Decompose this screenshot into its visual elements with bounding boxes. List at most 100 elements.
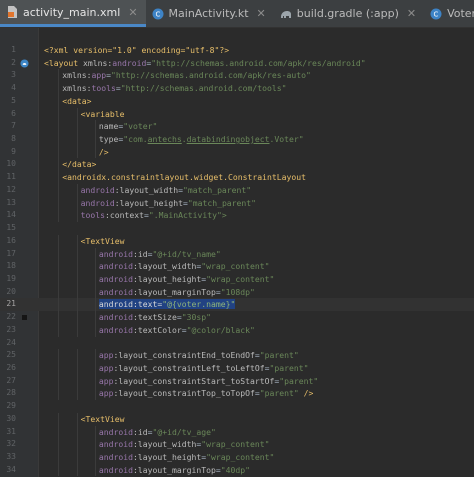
svg-text:C: C	[434, 10, 439, 18]
line-number: 16	[6, 235, 16, 245]
code-token: <TextView	[80, 235, 125, 246]
code-line[interactable]: 33 android:layout_height="wrap_content"	[0, 451, 474, 464]
indent-guide	[76, 107, 78, 121]
line-number: 20	[6, 286, 16, 296]
indent-guide	[76, 133, 78, 146]
code-line[interactable]: 25 app:layout_constraintEnd_toEndOf="pare…	[0, 349, 474, 362]
code-line[interactable]: 19 android:layout_height="wrap_content"	[0, 272, 474, 286]
android-layout-preview-icon[interactable]	[20, 59, 29, 68]
code-line[interactable]: 27 app:layout_constraintStart_toStartOf="…	[0, 374, 474, 388]
line-number: 31	[6, 426, 16, 436]
code-line[interactable]: 32 android:layout_width="wrap_content"	[0, 438, 474, 451]
indent-guide	[76, 260, 78, 273]
code-line[interactable]: 30 <TextView	[0, 412, 474, 426]
code-line[interactable]: 7 name="voter"	[0, 120, 474, 134]
code-line[interactable]: 2 <layout xmlns:android="http://schemas.a…	[0, 57, 474, 70]
code-line[interactable]: 21 android:text="@{voter.name}"	[0, 298, 474, 312]
code-line[interactable]: 1 <?xml version="1.0" encoding="utf-8"?>	[0, 44, 474, 57]
xml-file-icon	[6, 6, 18, 18]
indent-guide	[76, 247, 78, 261]
code-token: "108dp"	[220, 286, 255, 297]
code-text: android:layout_width="match_parent"	[81, 184, 252, 197]
code-line[interactable]: 4 xmlns:tools="http://schemas.android.com…	[0, 82, 474, 95]
code-text: android:layout_width="wrap_content"	[99, 260, 270, 273]
code-line[interactable]: 6 <variable	[0, 107, 474, 121]
indent-guide	[58, 323, 60, 337]
code-text: app:layout_constraintLeft_toLeftOf="pare…	[99, 362, 309, 375]
code-token: :context	[104, 210, 144, 221]
code-text: app:layout_constraintTop_toTopOf="parent…	[99, 387, 313, 400]
line-number: 6	[11, 108, 16, 118]
indent-guide	[94, 361, 96, 375]
code-line[interactable]: 24	[0, 337, 474, 350]
code-line[interactable]: 3 xmlns:app="http://schemas.android.com/a…	[0, 69, 474, 83]
code-line[interactable]: 15	[0, 222, 474, 235]
editor-tab[interactable]: build.gradle (:app) ✕	[274, 0, 424, 27]
indent-guide	[58, 387, 60, 401]
indent-guide	[94, 323, 96, 337]
code-line[interactable]: 17 android:id="@+id/tv_name"	[0, 247, 474, 261]
code-line[interactable]: 9 />	[0, 145, 474, 159]
code-line[interactable]: 31 android:id="@+id/tv_age"	[0, 425, 474, 439]
indent-guide	[76, 374, 78, 388]
code-token: xmlns:	[62, 83, 92, 94]
line-number: 30	[6, 413, 16, 423]
code-line[interactable]: 22 android:textSize="30sp"	[0, 311, 474, 324]
indent-guide	[58, 298, 60, 312]
line-number: 26	[6, 362, 16, 372]
code-token: android	[98, 286, 134, 297]
close-tab-icon[interactable]: ✕	[128, 6, 137, 19]
indent-guide	[76, 285, 78, 299]
code-token: :textSize	[133, 312, 177, 323]
code-line[interactable]: 28 app:layout_constraintTop_toTopOf="pare…	[0, 387, 474, 401]
code-editor[interactable]: 1 <?xml version="1.0" encoding="utf-8"?> 2…	[0, 28, 474, 477]
indent-guide	[76, 209, 78, 223]
indent-guide	[94, 438, 96, 451]
code-line[interactable]: 11 <androidx.constraintlayout.widget.Cons…	[0, 171, 474, 184]
code-text: app:layout_constraintEnd_toEndOf="parent…	[99, 349, 299, 362]
code-token: android:text=	[98, 299, 163, 310]
code-line[interactable]: 26 app:layout_constraintLeft_toLeftOf="pa…	[0, 361, 474, 375]
code-token: android	[98, 248, 134, 259]
code-text: type="com.antechs.databindingobject.Vote…	[99, 133, 304, 146]
indent-guide	[58, 361, 60, 375]
code-line[interactable]: 5 <data>	[0, 94, 474, 108]
indent-guide	[58, 285, 60, 299]
code-line[interactable]: 13 android:layout_height="match_parent"	[0, 196, 474, 210]
code-text: xmlns:tools="http://schemas.android.com/…	[62, 82, 286, 95]
indent-guide	[58, 425, 60, 439]
code-line[interactable]: 16 <TextView	[0, 234, 474, 248]
code-token: app	[98, 362, 114, 373]
line-number: 22	[6, 312, 16, 322]
line-number: 27	[6, 375, 16, 385]
line-number: 11	[6, 172, 16, 182]
code-line[interactable]: 8 type="com.antechs.databindingobject.Vot…	[0, 133, 474, 146]
code-token: "http://schemas.android.com/apk/res/andr…	[151, 57, 366, 68]
editor-tab-label: activity_main.xml	[23, 5, 121, 19]
indent-guide	[94, 298, 96, 312]
editor-tab[interactable]: C MainActivity.kt ✕	[146, 0, 274, 27]
close-tab-icon[interactable]: ✕	[407, 7, 416, 20]
code-token: :id	[133, 426, 148, 437]
editor-tab[interactable]: activity_main.xml ✕	[0, 0, 146, 27]
code-line[interactable]: 14 tools:context=".MainActivity">	[0, 209, 474, 223]
code-line[interactable]: 12 android:layout_width="match_parent"	[0, 183, 474, 197]
code-text: android:textSize="30sp"	[99, 311, 211, 324]
code-text: tools:context=".MainActivity">	[81, 209, 227, 222]
editor-tab[interactable]: CVoter.kt✕	[424, 0, 474, 27]
line-number: 29	[6, 401, 16, 411]
indent-guide	[94, 374, 96, 388]
code-token: antechs	[147, 134, 182, 145]
code-line[interactable]: 18 android:layout_width="wrap_content"	[0, 260, 474, 273]
code-line[interactable]: 34 android:layout_marginTop="40dp"	[0, 463, 474, 477]
line-number: 15	[6, 223, 16, 233]
code-line[interactable]: 23 android:textColor="@color/black"	[0, 323, 474, 337]
code-token: "wrap_content"	[201, 439, 270, 450]
close-tab-icon[interactable]: ✕	[257, 7, 266, 20]
code-line[interactable]: 10 </data>	[0, 158, 474, 172]
code-token: "parent"	[279, 375, 319, 386]
code-token: android	[98, 261, 134, 272]
code-line[interactable]: 20 android:layout_marginTop="108dp"	[0, 285, 474, 299]
code-line[interactable]: 29	[0, 400, 474, 413]
code-text: <layout xmlns:android="http://schemas.an…	[44, 57, 366, 70]
